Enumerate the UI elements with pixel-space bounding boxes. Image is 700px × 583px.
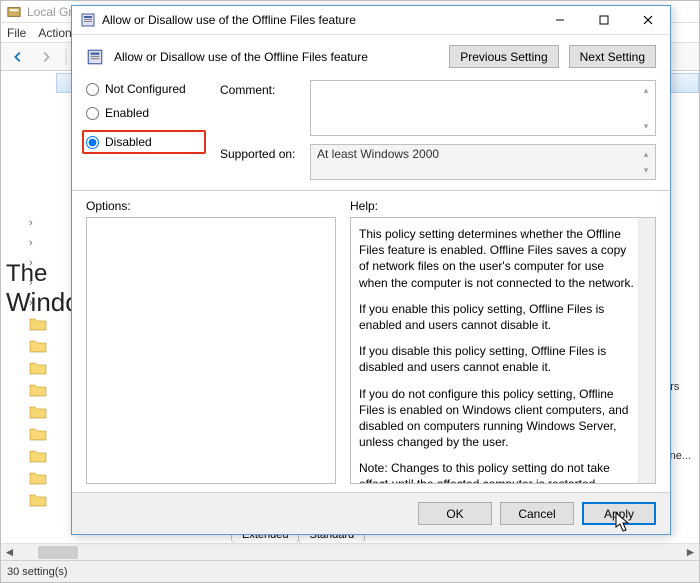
textarea-scroll: ▴▾ — [638, 146, 654, 178]
supported-value: At least Windows 2000 — [317, 147, 439, 161]
supported-row: Supported on: At least Windows 2000 ▴▾ — [220, 144, 656, 180]
supported-textarea: At least Windows 2000 ▴▾ — [310, 144, 656, 180]
folder-icon[interactable] — [29, 361, 47, 375]
dialog-titlebar[interactable]: Allow or Disallow use of the Offline Fil… — [72, 6, 670, 34]
tree-expand-icon[interactable]: › — [29, 277, 52, 289]
folder-icon[interactable] — [29, 383, 47, 397]
policy-dialog: Allow or Disallow use of the Offline Fil… — [71, 5, 671, 535]
help-box[interactable]: This policy setting determines whether t… — [350, 217, 656, 484]
dialog-upper: Not Configured Enabled Disabled Comment:… — [72, 76, 670, 190]
folder-icon[interactable] — [29, 317, 47, 331]
dialog-heading: Allow or Disallow use of the Offline Fil… — [114, 50, 439, 64]
tree-expand-icon[interactable]: › — [29, 257, 52, 269]
highlight-annotation: Disabled — [82, 130, 206, 154]
radio-group: Not Configured Enabled Disabled — [86, 80, 206, 180]
radio-label: Disabled — [105, 135, 152, 149]
tree-expand-icon[interactable]: › — [29, 237, 52, 249]
close-button[interactable] — [626, 6, 670, 34]
radio-disabled-input[interactable] — [86, 136, 99, 149]
dialog-header-row: Allow or Disallow use of the Offline Fil… — [72, 35, 670, 76]
help-paragraph: Note: Changes to this policy setting do … — [359, 460, 635, 484]
help-label: Help: — [350, 199, 656, 213]
folder-icon[interactable] — [29, 449, 47, 463]
scroll-right-icon[interactable]: ► — [682, 544, 699, 561]
help-scrollbar[interactable] — [638, 218, 655, 483]
horizontal-scrollbar[interactable]: ◄ ► — [1, 543, 699, 560]
policy-icon — [86, 48, 104, 66]
help-paragraph: If you disable this policy setting, Offl… — [359, 343, 635, 375]
dialog-lower: Options: Help: This policy setting deter… — [72, 191, 670, 492]
radio-label: Not Configured — [105, 82, 186, 96]
radio-disabled[interactable]: Disabled — [86, 135, 152, 149]
cancel-button[interactable]: Cancel — [500, 502, 574, 525]
comment-textarea[interactable]: ▴▾ — [310, 80, 656, 136]
gpedit-icon — [7, 5, 21, 19]
menu-action[interactable]: Action — [38, 26, 71, 40]
scroll-thumb[interactable] — [38, 546, 78, 559]
dialog-title: Allow or Disallow use of the Offline Fil… — [102, 13, 538, 27]
tree-expand-icon[interactable]: › — [29, 297, 52, 309]
options-box — [86, 217, 336, 484]
policy-icon — [80, 12, 96, 28]
textarea-scroll[interactable]: ▴▾ — [638, 82, 654, 134]
options-label: Options: — [86, 199, 336, 213]
maximize-button[interactable] — [582, 6, 626, 34]
apply-button[interactable]: Apply — [582, 502, 656, 525]
dialog-footer: OK Cancel Apply — [72, 492, 670, 534]
folder-icon[interactable] — [29, 405, 47, 419]
folder-icon[interactable] — [29, 427, 47, 441]
tree-pane[interactable]: › › › › › — [1, 73, 56, 560]
previous-setting-button[interactable]: Previous Setting — [449, 45, 558, 68]
help-paragraph: This policy setting determines whether t… — [359, 226, 635, 291]
ok-button[interactable]: OK — [418, 502, 492, 525]
comment-row: Comment: ▴▾ — [220, 80, 656, 136]
nav-fwd-button[interactable] — [35, 46, 57, 68]
help-paragraph: If you do not configure this policy sett… — [359, 386, 635, 451]
status-text: 30 setting(s) — [7, 566, 68, 578]
radio-enabled-input[interactable] — [86, 107, 99, 120]
folder-icon[interactable] — [29, 471, 47, 485]
scroll-left-icon[interactable]: ◄ — [1, 544, 18, 561]
status-bar: 30 setting(s) — [1, 560, 699, 582]
supported-label: Supported on: — [220, 144, 302, 161]
help-paragraph: If you enable this policy setting, Offli… — [359, 301, 635, 333]
folder-icon[interactable] — [29, 339, 47, 353]
nav-back-button[interactable] — [7, 46, 29, 68]
tree-expand-icon[interactable]: › — [29, 217, 52, 229]
next-setting-button[interactable]: Next Setting — [569, 45, 656, 68]
radio-enabled[interactable]: Enabled — [86, 106, 206, 120]
comment-label: Comment: — [220, 80, 302, 97]
folder-icon[interactable] — [29, 493, 47, 507]
radio-not-configured-input[interactable] — [86, 83, 99, 96]
menu-file[interactable]: File — [7, 26, 26, 40]
radio-label: Enabled — [105, 106, 149, 120]
minimize-button[interactable] — [538, 6, 582, 34]
radio-not-configured[interactable]: Not Configured — [86, 82, 206, 96]
toolbar-sep-icon — [63, 47, 69, 67]
